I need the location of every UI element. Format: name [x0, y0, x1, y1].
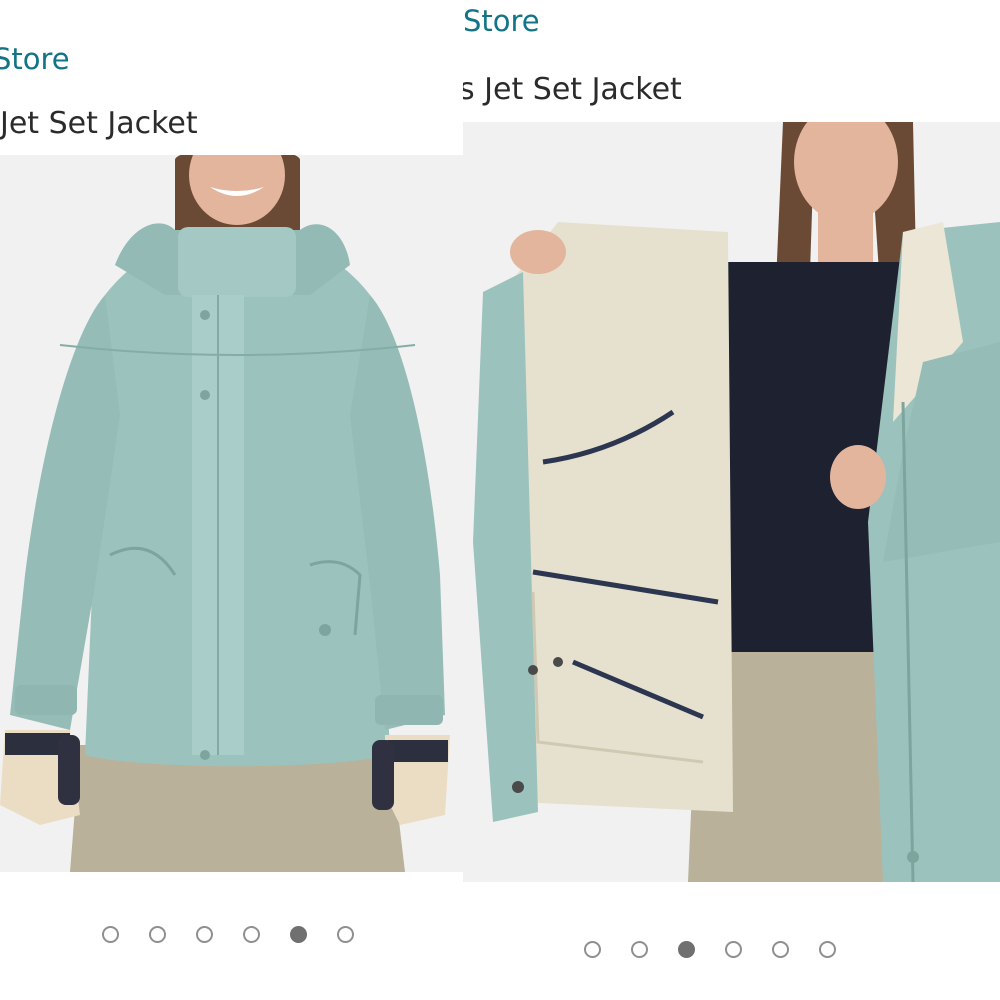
- carousel-pagination: [584, 941, 836, 958]
- carousel-dot[interactable]: [725, 941, 742, 958]
- carousel-dot[interactable]: [196, 926, 213, 943]
- product-image[interactable]: [0, 155, 463, 872]
- product-carousel-left: Store Jet Set Jacket: [0, 0, 463, 1000]
- carousel-dot-active[interactable]: [678, 941, 695, 958]
- product-image[interactable]: [463, 122, 1000, 882]
- store-link[interactable]: Store: [463, 4, 540, 38]
- carousel-dot[interactable]: [149, 926, 166, 943]
- product-carousel-right: Store s Jet Set Jacket: [463, 0, 1000, 1000]
- carousel-dot[interactable]: [631, 941, 648, 958]
- carousel-dot[interactable]: [337, 926, 354, 943]
- store-link[interactable]: Store: [0, 42, 70, 76]
- carousel-dot[interactable]: [772, 941, 789, 958]
- carousel-dot[interactable]: [819, 941, 836, 958]
- carousel-dot-active[interactable]: [290, 926, 307, 943]
- carousel-dot[interactable]: [102, 926, 119, 943]
- product-title: s Jet Set Jacket: [463, 72, 682, 107]
- product-title: Jet Set Jacket: [0, 106, 198, 141]
- carousel-pagination: [102, 926, 354, 943]
- carousel-dot[interactable]: [243, 926, 260, 943]
- carousel-dot[interactable]: [584, 941, 601, 958]
